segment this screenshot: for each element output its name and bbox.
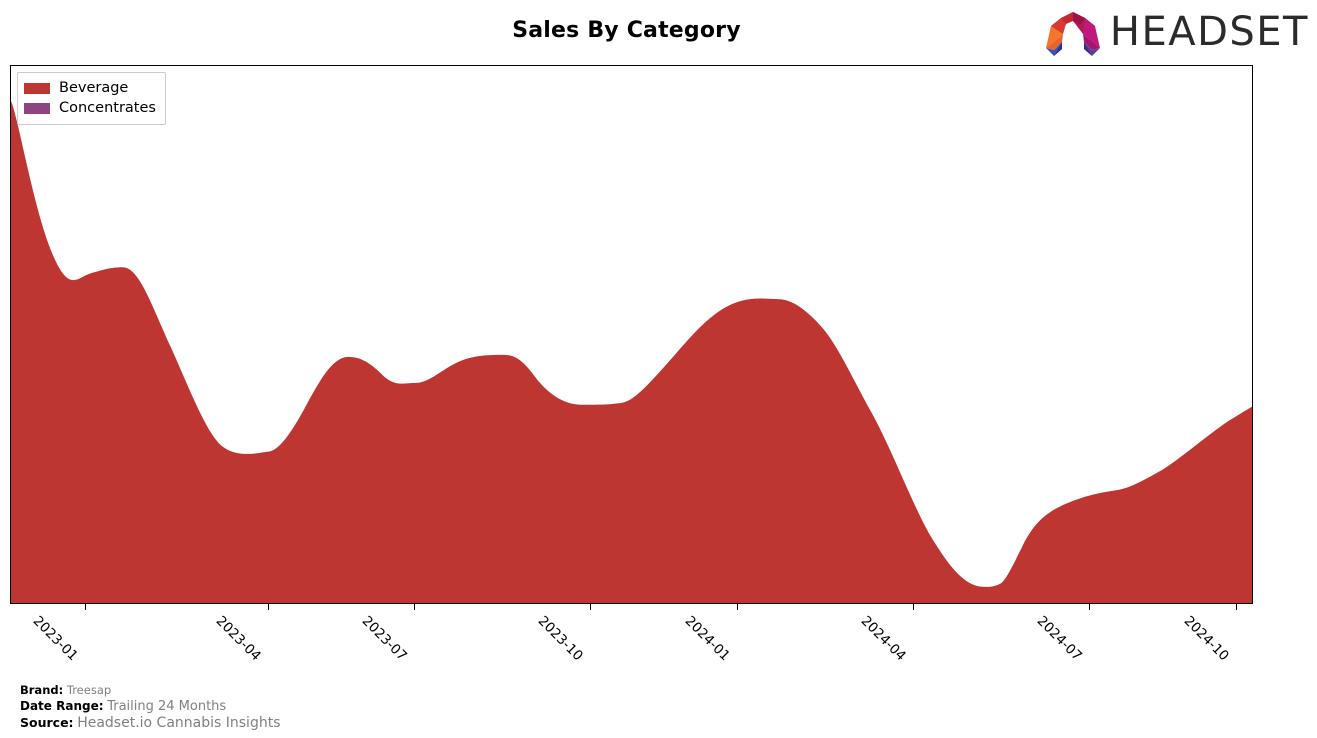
chart-footer: Brand: Treesap Date Range: Trailing 24 M…	[20, 682, 281, 731]
footer-label-source: Source:	[20, 715, 74, 730]
x-axis-tick-mark	[268, 604, 269, 610]
x-axis-tick-mark	[1089, 604, 1090, 610]
logo-wordmark: HEADSET	[1109, 9, 1309, 55]
headset-hexagon-logo-icon	[1045, 12, 1100, 56]
x-axis-tick-mark	[1236, 604, 1237, 610]
x-axis-tick-label: 2023-07	[358, 613, 410, 665]
x-axis-tick-mark	[913, 604, 914, 610]
x-axis-tick-label: 2023-10	[534, 613, 586, 665]
x-axis-tick-mark	[414, 604, 415, 610]
x-axis-tick-mark	[590, 604, 591, 610]
legend-label-concentrates: Concentrates	[59, 100, 156, 116]
legend-swatch-concentrates	[24, 102, 50, 114]
footer-value-brand: Treesap	[66, 683, 112, 697]
headset-logo: HEADSET	[1042, 8, 1309, 56]
footer-label-brand: Brand:	[20, 683, 64, 697]
footer-value-source: Headset.io Cannabis Insights	[77, 715, 281, 731]
legend-label-beverage: Beverage	[59, 80, 129, 96]
chart-header: Sales By Category HEADSET	[0, 0, 1317, 62]
x-axis-tick-label: 2023-04	[212, 613, 264, 665]
chart-legend: Beverage Concentrates	[17, 72, 166, 125]
legend-item-concentrates[interactable]: Concentrates	[24, 98, 156, 118]
x-axis-tick-label: 2023-01	[29, 613, 81, 665]
x-axis-tick-label: 2024-10	[1180, 613, 1232, 665]
footer-value-date-range: Trailing 24 Months	[107, 699, 227, 714]
x-axis: 2023-01 2023-04 2023-07 2023-10 2024-01 2024-…	[10, 604, 1253, 674]
legend-swatch-beverage	[24, 82, 50, 94]
area-chart-svg	[11, 100, 1252, 603]
legend-item-beverage[interactable]: Beverage	[24, 78, 156, 98]
chart-plot-area: Beverage Concentrates	[10, 65, 1253, 604]
footer-row-source: Source: Headset.io Cannabis Insights	[20, 715, 281, 731]
series-area-beverage	[11, 100, 1252, 603]
footer-row-brand: Brand: Treesap	[20, 682, 281, 698]
x-axis-tick-mark	[737, 604, 738, 610]
footer-row-date-range: Date Range: Trailing 24 Months	[20, 698, 281, 715]
x-axis-tick-mark	[85, 604, 86, 610]
x-axis-tick-label: 2024-01	[681, 613, 733, 665]
x-axis-tick-label: 2024-04	[857, 613, 909, 665]
footer-label-date-range: Date Range:	[20, 699, 104, 713]
x-axis-tick-label: 2024-07	[1033, 613, 1085, 665]
